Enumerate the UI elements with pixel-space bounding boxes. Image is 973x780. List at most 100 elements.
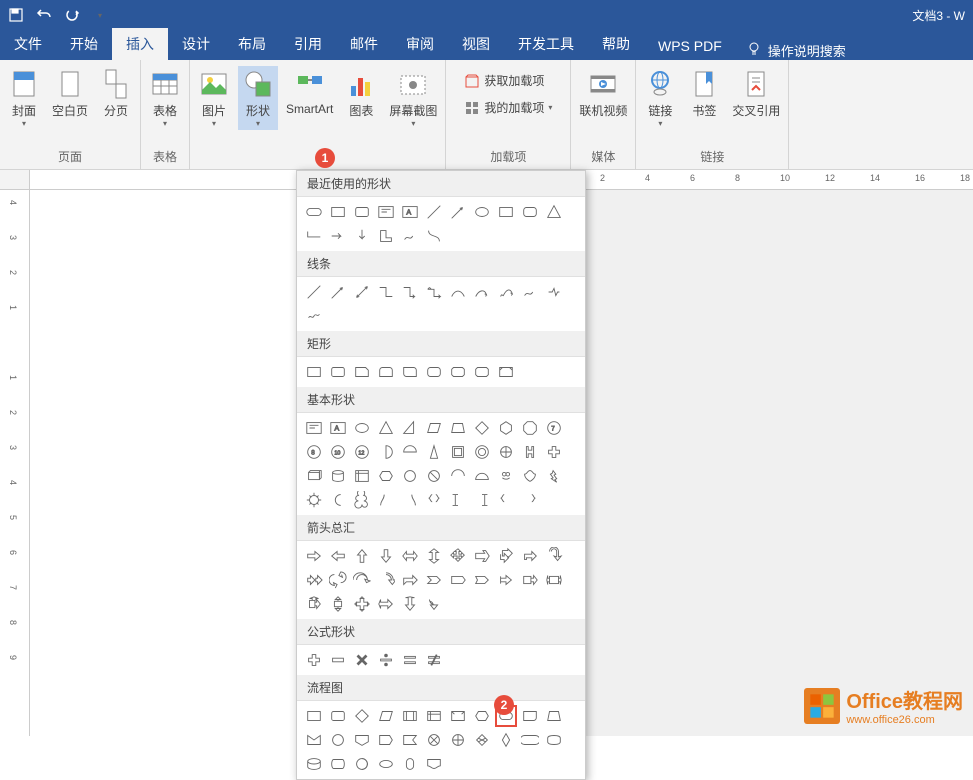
shape-b24[interactable] — [327, 465, 349, 487]
shape-f25[interactable] — [351, 753, 373, 775]
online-video-button[interactable]: 联机视频 — [575, 66, 631, 121]
shape-a13[interactable] — [327, 569, 349, 591]
shape-r6[interactable] — [423, 361, 445, 383]
shape-rect[interactable] — [327, 201, 349, 223]
shape-scribble[interactable] — [543, 281, 565, 303]
cross-reference-button[interactable]: 交叉引用 — [728, 66, 784, 121]
shape-b36[interactable] — [351, 489, 373, 511]
shape-b33[interactable] — [543, 465, 565, 487]
shape-b41[interactable] — [471, 489, 493, 511]
shape-a21[interactable] — [519, 569, 541, 591]
shape-f23[interactable] — [303, 753, 325, 775]
shape-b27[interactable] — [399, 465, 421, 487]
shape-f13[interactable] — [327, 729, 349, 751]
shape-b19[interactable] — [471, 441, 493, 463]
shape-b15[interactable] — [375, 441, 397, 463]
tab-references[interactable]: 引用 — [280, 28, 336, 60]
tab-mailings[interactable]: 邮件 — [336, 28, 392, 60]
shape-f16[interactable] — [399, 729, 421, 751]
shape-a18[interactable] — [447, 569, 469, 591]
shape-b22[interactable] — [543, 441, 565, 463]
shape-b20[interactable] — [495, 441, 517, 463]
shape-b9[interactable] — [495, 417, 517, 439]
shape-f22[interactable] — [543, 729, 565, 751]
shape-b43[interactable] — [519, 489, 541, 511]
shape-f18[interactable] — [447, 729, 469, 751]
shape-f5[interactable] — [399, 705, 421, 727]
shape-line3[interactable] — [351, 281, 373, 303]
shape-r7[interactable] — [447, 361, 469, 383]
shape-f19[interactable] — [471, 729, 493, 751]
shape-f14[interactable] — [351, 729, 373, 751]
shape-b12[interactable]: 8 — [303, 441, 325, 463]
shape-b31[interactable] — [495, 465, 517, 487]
shape-a28[interactable] — [423, 593, 445, 615]
shape-r9[interactable] — [495, 361, 517, 383]
shape-b6[interactable] — [423, 417, 445, 439]
shape-a9[interactable] — [495, 545, 517, 567]
shape-a14[interactable] — [351, 569, 373, 591]
screenshot-button[interactable]: 屏幕截图 ▾ — [385, 66, 441, 130]
shape-b26[interactable] — [375, 465, 397, 487]
shape-arrow-d[interactable] — [351, 225, 373, 247]
shape-b11[interactable]: 7 — [543, 417, 565, 439]
shape-textbox-v[interactable]: A — [399, 201, 421, 223]
shape-b30[interactable] — [471, 465, 493, 487]
shape-textbox[interactable] — [375, 201, 397, 223]
shape-b7[interactable] — [447, 417, 469, 439]
shape-f1[interactable] — [303, 705, 325, 727]
tab-developer[interactable]: 开发工具 — [504, 28, 588, 60]
tab-insert[interactable]: 插入 — [112, 28, 168, 60]
shape-line1[interactable] — [303, 281, 325, 303]
shape-curve2[interactable] — [471, 281, 493, 303]
shape-b13[interactable]: 10 — [327, 441, 349, 463]
tab-help[interactable]: 帮助 — [588, 28, 644, 60]
shape-f3[interactable] — [351, 705, 373, 727]
shape-b3[interactable] — [351, 417, 373, 439]
blank-page-button[interactable]: 空白页 — [48, 66, 92, 121]
shape-curve1[interactable] — [447, 281, 469, 303]
shape-b37[interactable] — [375, 489, 397, 511]
shape-f26[interactable] — [375, 753, 397, 775]
smartart-button[interactable]: SmartArt — [282, 66, 337, 118]
tab-view[interactable]: 视图 — [448, 28, 504, 60]
qat-customize-icon[interactable]: ▾ — [92, 7, 108, 23]
shape-b35[interactable] — [327, 489, 349, 511]
shape-a11[interactable] — [543, 545, 565, 567]
shape-r2[interactable] — [327, 361, 349, 383]
shape-notequals[interactable] — [423, 649, 445, 671]
shape-b8[interactable] — [471, 417, 493, 439]
tell-me-search[interactable]: 操作说明搜索 — [736, 41, 856, 60]
shapes-button[interactable]: 形状 ▾ — [238, 66, 278, 130]
my-addins-button[interactable]: 我的加载项 ▾ — [458, 97, 558, 118]
shape-f28[interactable] — [423, 753, 445, 775]
shape-a24[interactable] — [327, 593, 349, 615]
table-button[interactable]: 表格 ▾ — [145, 66, 185, 130]
shape-arrow-r[interactable] — [327, 225, 349, 247]
shape-a26[interactable] — [375, 593, 397, 615]
chart-button[interactable]: 图表 — [341, 66, 381, 121]
shape-a7[interactable] — [447, 545, 469, 567]
shape-multiply[interactable] — [351, 649, 373, 671]
shape-a23[interactable] — [303, 593, 325, 615]
shape-a27[interactable] — [399, 593, 421, 615]
tab-review[interactable]: 审阅 — [392, 28, 448, 60]
shape-b28[interactable] — [423, 465, 445, 487]
shape-f21[interactable] — [519, 729, 541, 751]
shape-lshape[interactable] — [375, 225, 397, 247]
shape-elbow2[interactable] — [399, 281, 421, 303]
shape-a22[interactable] — [543, 569, 565, 591]
tab-file[interactable]: 文件 — [0, 28, 56, 60]
shape-a6[interactable] — [423, 545, 445, 567]
shape-elbow[interactable] — [303, 225, 325, 247]
shape-b18[interactable] — [447, 441, 469, 463]
shape-a19[interactable] — [471, 569, 493, 591]
shape-b25[interactable] — [351, 465, 373, 487]
shape-r5[interactable] — [399, 361, 421, 383]
shape-b38[interactable] — [399, 489, 421, 511]
shape-curve[interactable] — [423, 225, 445, 247]
shape-b34[interactable] — [303, 489, 325, 511]
shape-b40[interactable] — [447, 489, 469, 511]
shape-a8[interactable] — [471, 545, 493, 567]
shape-b16[interactable] — [399, 441, 421, 463]
